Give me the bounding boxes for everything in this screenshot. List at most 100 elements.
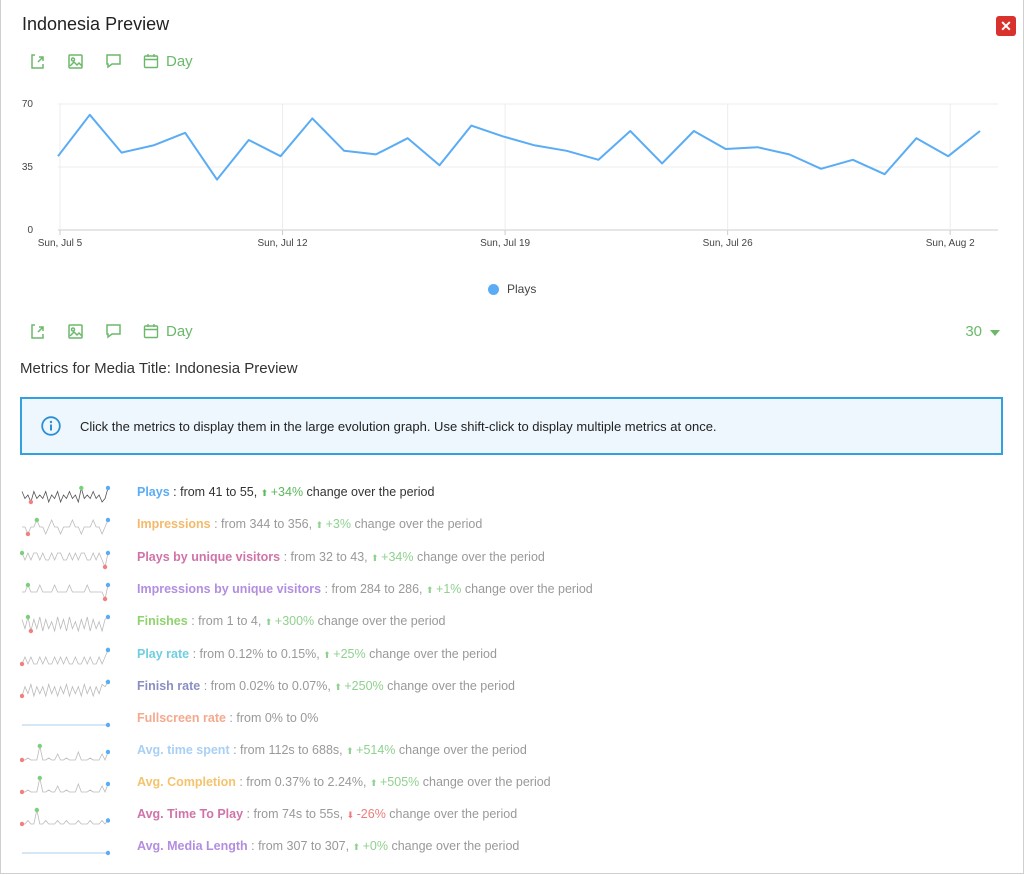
metric-row[interactable]: Avg. Completion : from 0.37% to 2.24%, ⬆… <box>20 775 920 810</box>
metric-row[interactable]: Finishes : from 1 to 4, ⬆ +300% change o… <box>20 614 920 649</box>
calendar-icon <box>143 324 159 339</box>
legend-label-plays: Plays <box>507 282 537 296</box>
calendar-icon <box>143 54 159 69</box>
sparkline-path <box>22 745 109 762</box>
metric-name: Finish rate <box>137 679 201 693</box>
export-icon[interactable] <box>29 323 46 340</box>
image-icon[interactable] <box>67 53 84 70</box>
sparkline-marker <box>20 789 25 795</box>
data-point <box>438 163 442 167</box>
sparkline-marker <box>25 531 31 537</box>
metric-tail: change over the period <box>395 743 527 757</box>
chevron-down-icon <box>990 329 1000 336</box>
metric-name: Finishes <box>137 614 188 628</box>
sparkline-marker <box>102 596 108 602</box>
sparkline <box>20 679 110 699</box>
sparkline-marker <box>105 749 110 755</box>
metric-row[interactable]: Avg. Media Length : from 307 to 307, ⬆ +… <box>20 839 920 874</box>
metric-range: : from 112s to 688s, <box>229 743 347 757</box>
y-tick-label: 35 <box>22 162 34 173</box>
x-tick-label: Sun, Jul 26 <box>703 238 753 249</box>
close-button[interactable]: ✕ <box>996 16 1016 36</box>
period-selector[interactable]: Day <box>143 53 193 70</box>
data-point <box>469 124 473 128</box>
export-icon[interactable] <box>29 53 46 70</box>
sparkline-marker <box>34 517 40 523</box>
sparkline-marker <box>20 821 25 827</box>
sparkline <box>21 614 110 634</box>
data-point <box>501 134 505 138</box>
metric-row[interactable]: Play rate : from 0.12% to 0.15%, ⬆ +25% … <box>20 647 920 682</box>
metric-text: Finishes : from 1 to 4, ⬆ +300% change o… <box>137 614 446 628</box>
metric-row[interactable]: Fullscreen rate : from 0% to 0% <box>20 711 920 746</box>
sparkline <box>20 647 110 667</box>
data-point <box>88 113 92 117</box>
sparkline-marker <box>25 582 31 588</box>
data-point <box>374 152 378 156</box>
image-icon[interactable] <box>67 323 84 340</box>
info-icon <box>41 416 61 436</box>
metric-tail: change over the period <box>461 582 593 596</box>
range-value: 30 <box>965 323 982 340</box>
metric-tail: change over the period <box>419 775 551 789</box>
series-line-plays <box>57 113 981 181</box>
metric-change: +505% <box>380 775 420 789</box>
chart-legend[interactable]: Plays <box>488 282 536 296</box>
arrow-up-icon: ⬆ <box>260 488 271 498</box>
metric-text: Avg. time spent : from 112s to 688s, ⬆ +… <box>137 743 527 757</box>
evolution-chart[interactable]: 0 35 70 Sun, Jul 5 Sun, Jul 12 Sun, Jul 19 Sun… <box>0 90 1024 260</box>
sparkline <box>22 850 110 856</box>
metric-row[interactable]: Plays by unique visitors : from 32 to 43… <box>20 550 920 585</box>
metric-name: Impressions by unique visitors <box>137 582 322 596</box>
sparkline <box>22 517 110 537</box>
x-tick-label: Sun, Jul 5 <box>38 238 83 249</box>
annotation-icon[interactable] <box>105 53 122 70</box>
metric-row[interactable]: Plays : from 41 to 55, ⬆ +34% change ove… <box>20 485 920 520</box>
metric-range: : from 0.12% to 0.15%, <box>189 647 324 661</box>
metric-name: Avg. Time To Play <box>137 807 244 821</box>
sparkline-marker <box>25 614 31 620</box>
metric-row[interactable]: Impressions : from 344 to 356, ⬆ +3% cha… <box>20 517 920 552</box>
metric-name: Avg. time spent <box>137 743 230 757</box>
metric-range: : from 0% to 0% <box>225 711 319 725</box>
range-dropdown[interactable]: 30 <box>965 323 1000 340</box>
sparkline-marker <box>20 661 25 667</box>
metric-change: +0% <box>362 839 388 853</box>
metric-tail: change over the period <box>365 647 497 661</box>
metric-row[interactable]: Impressions by unique visitors : from 28… <box>20 582 920 617</box>
metric-change: +1% <box>436 582 462 596</box>
sparkline-marker <box>28 499 34 505</box>
sparkline-path <box>21 681 109 698</box>
period-selector[interactable]: Day <box>143 323 193 340</box>
sparkline-marker <box>105 818 110 823</box>
data-point <box>406 136 410 140</box>
metric-row[interactable]: Avg. Time To Play : from 74s to 55s, ⬇ -… <box>20 807 920 842</box>
sparkline-marker <box>20 757 25 763</box>
metric-range: : from 41 to 55, <box>169 485 261 499</box>
data-point <box>851 158 855 162</box>
sparkline-marker <box>105 550 110 556</box>
y-tick-label: 0 <box>27 225 33 236</box>
data-point <box>978 129 982 133</box>
sparkline-path <box>21 616 109 633</box>
metric-change: +514% <box>356 743 396 757</box>
arrow-up-icon: ⬆ <box>426 585 437 595</box>
metric-row[interactable]: Avg. time spent : from 112s to 688s, ⬆ +… <box>20 743 920 778</box>
metric-text: Impressions : from 344 to 356, ⬆ +3% cha… <box>137 517 482 531</box>
sparkline-marker <box>105 781 110 787</box>
sparkline <box>20 743 110 763</box>
metric-text: Avg. Completion : from 0.37% to 2.24%, ⬆… <box>137 775 551 789</box>
data-point <box>215 178 219 182</box>
metric-text: Avg. Time To Play : from 74s to 55s, ⬇ -… <box>137 807 517 821</box>
metric-change: +25% <box>333 647 366 661</box>
arrow-up-icon: ⬆ <box>352 842 363 852</box>
sparkline <box>20 775 110 795</box>
sparkline-marker <box>105 722 110 728</box>
metric-tail: change over the period <box>350 517 483 531</box>
legend-dot-plays <box>488 283 499 295</box>
data-point <box>692 129 696 133</box>
annotation-icon[interactable] <box>105 323 122 340</box>
metric-row[interactable]: Finish rate : from 0.02% to 0.07%, ⬆ +25… <box>20 679 920 714</box>
arrow-up-icon: ⬆ <box>315 520 326 530</box>
sparkline-marker <box>105 485 110 491</box>
